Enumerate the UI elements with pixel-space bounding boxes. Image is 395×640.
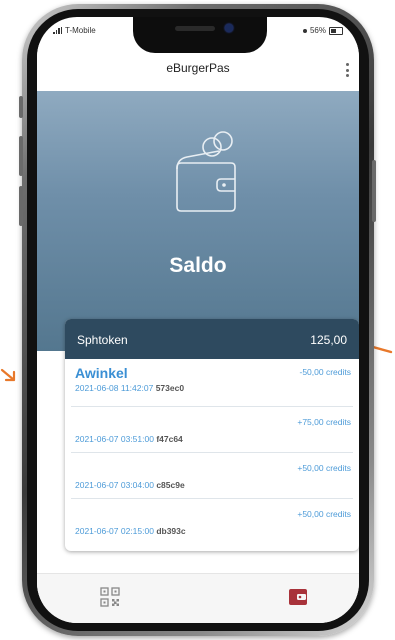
transaction-date: 2021-06-08 11:42:07 573ec0 [75,383,184,393]
transaction-amount: -50,00 credits [299,367,352,377]
transaction-hash: db393c [156,526,186,536]
speaker-grille [175,26,215,31]
screenshot-stage: T-Mobile 56% eBurgerPas Saldo Sphtoken 1… [0,0,395,640]
carrier-label: T-Mobile [65,26,96,35]
transaction-hash: c85c9e [156,480,185,490]
transaction-hash: f47c64 [156,434,183,444]
token-balance: 125,00 [310,333,347,347]
status-right: 56% [302,26,343,35]
transaction-row[interactable]: 2021-06-07 03:04:00 c85c9e +50,00 credit… [71,453,353,499]
transaction-shop: Awinkel [75,365,128,381]
saldo-title: Saldo [169,254,227,277]
front-camera [225,24,233,32]
transaction-row[interactable]: 2021-06-07 02:15:00 db393c +50,00 credit… [71,499,353,544]
battery-percent: 56% [309,26,326,35]
notch [133,17,267,53]
app-title: eBurgerPas [166,61,230,75]
battery-icon [329,26,343,35]
annotation-arrow-left-icon [0,368,16,382]
volume-up-button [19,136,23,176]
volume-down-button [19,186,23,226]
status-left: T-Mobile [53,26,96,35]
location-icon [302,28,307,33]
power-button [372,160,376,222]
transaction-hash: 573ec0 [155,383,185,393]
transaction-amount: +50,00 credits [297,509,351,519]
transaction-row[interactable]: 2021-06-07 03:51:00 f47c64 +75,00 credit… [71,407,353,453]
overflow-menu-icon[interactable] [345,63,349,77]
bottom-nav [37,573,359,623]
token-header[interactable]: Sphtoken 125,00 [65,319,359,359]
wallet-coin-icon [176,131,236,212]
mute-switch [19,96,23,118]
transaction-amount: +75,00 credits [297,417,351,427]
wallet-icon[interactable] [287,586,309,608]
qr-code-icon[interactable] [99,586,121,608]
transaction-row[interactable]: Awinkel 2021-06-08 11:42:07 573ec0 -50,0… [71,361,353,407]
balance-card: Sphtoken 125,00 Awinkel 2021-06-08 11:42… [65,319,359,551]
transaction-datetime: 2021-06-07 03:51:00 [75,434,154,444]
transaction-datetime: 2021-06-07 03:04:00 [75,480,154,490]
transaction-list: Awinkel 2021-06-08 11:42:07 573ec0 -50,0… [71,361,353,544]
transaction-datetime: 2021-06-08 11:42:07 [75,383,154,393]
transaction-date: 2021-06-07 02:15:00 db393c [75,526,186,536]
transaction-date: 2021-06-07 03:51:00 f47c64 [75,434,183,444]
signal-icon [53,27,62,34]
transaction-amount: +50,00 credits [297,463,351,473]
token-name: Sphtoken [77,333,128,347]
balance-hero: Saldo [37,91,359,351]
transaction-date: 2021-06-07 03:04:00 c85c9e [75,480,185,490]
transaction-datetime: 2021-06-07 02:15:00 [75,526,154,536]
phone-screen: T-Mobile 56% eBurgerPas Saldo Sphtoken 1… [37,17,359,623]
